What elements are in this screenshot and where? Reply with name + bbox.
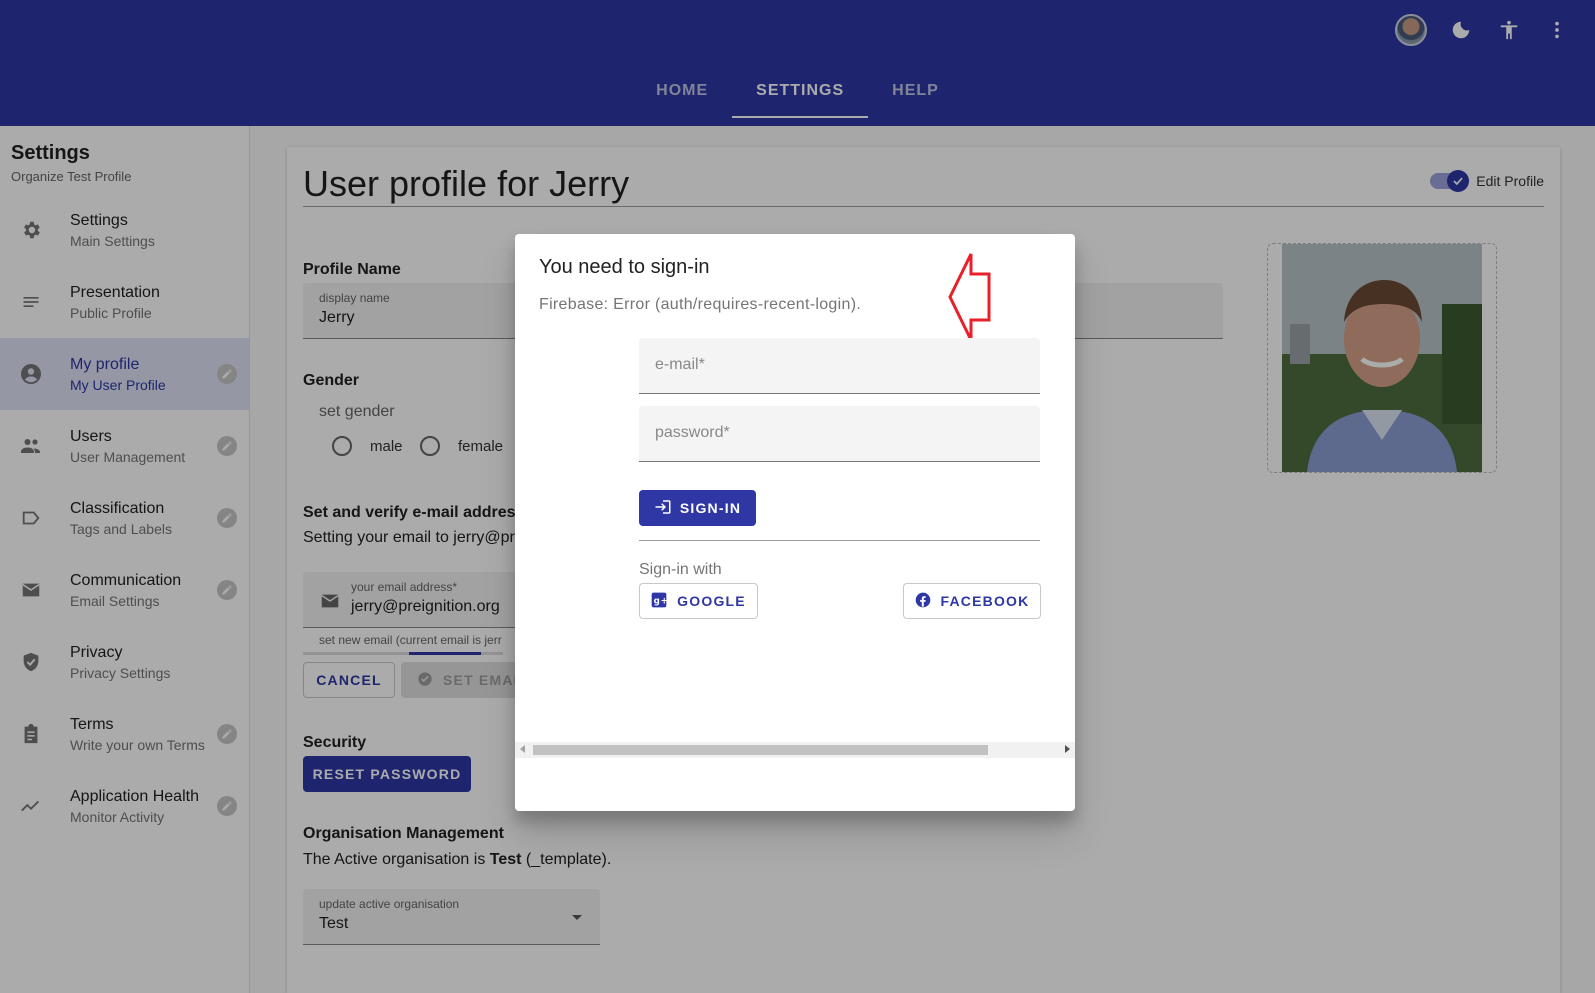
annotation-arrow-icon bbox=[947, 252, 991, 347]
sign-in-label: SIGN-IN bbox=[679, 500, 742, 516]
sign-in-dialog: You need to sign-in Firebase: Error (aut… bbox=[515, 234, 1075, 811]
scrollbar-thumb[interactable] bbox=[533, 745, 988, 755]
facebook-sign-in-button[interactable]: FACEBOOK bbox=[903, 583, 1041, 619]
email-input[interactable]: e-mail* bbox=[639, 338, 1040, 394]
svg-text:g+: g+ bbox=[654, 596, 667, 606]
dialog-error-message: Firebase: Error (auth/requires-recent-lo… bbox=[539, 296, 862, 313]
dialog-divider bbox=[639, 540, 1040, 541]
google-sign-in-button[interactable]: g+ GOOGLE bbox=[639, 583, 758, 619]
google-plus-icon: g+ bbox=[651, 592, 668, 611]
scroll-right-arrow-icon[interactable] bbox=[1065, 745, 1070, 753]
facebook-icon bbox=[915, 592, 931, 611]
sign-in-with-label: Sign-in with bbox=[639, 561, 722, 578]
dialog-horizontal-scrollbar[interactable] bbox=[515, 742, 1075, 758]
dialog-title: You need to sign-in bbox=[539, 256, 710, 278]
google-label: GOOGLE bbox=[677, 593, 746, 609]
email-placeholder: e-mail* bbox=[655, 356, 705, 373]
sign-in-button[interactable]: SIGN-IN bbox=[639, 490, 756, 526]
scroll-left-arrow-icon[interactable] bbox=[520, 745, 525, 753]
password-input[interactable]: password* bbox=[639, 406, 1040, 462]
login-icon bbox=[654, 498, 672, 519]
facebook-label: FACEBOOK bbox=[940, 593, 1030, 609]
password-placeholder: password* bbox=[655, 424, 730, 441]
